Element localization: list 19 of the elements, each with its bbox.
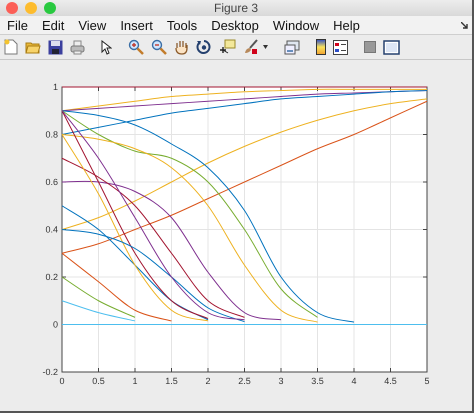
tick-label: 1.5: [165, 376, 178, 386]
tick-label: 0.5: [92, 376, 105, 386]
tick-label: 0.8: [45, 130, 58, 140]
tick-label: 0: [52, 320, 58, 330]
window-title: Figure 3: [214, 1, 258, 15]
tick-label: 5: [424, 376, 430, 386]
tick-label: 2: [206, 376, 210, 386]
tick-label: 0.4: [45, 224, 58, 234]
tick-label: 0.6: [45, 177, 58, 187]
tick-label: 0.2: [45, 272, 58, 282]
tick-label: 3.5: [311, 376, 324, 386]
tick-label: -0.2: [42, 367, 58, 377]
tick-label: 1: [52, 82, 58, 92]
tick-label: 0: [60, 376, 64, 386]
tick-label: 4.5: [384, 376, 397, 386]
tick-label: 4: [352, 376, 356, 386]
tick-label: 1: [132, 376, 138, 386]
tick-label: 2.5: [238, 376, 251, 386]
tick-label: 3: [278, 376, 284, 386]
